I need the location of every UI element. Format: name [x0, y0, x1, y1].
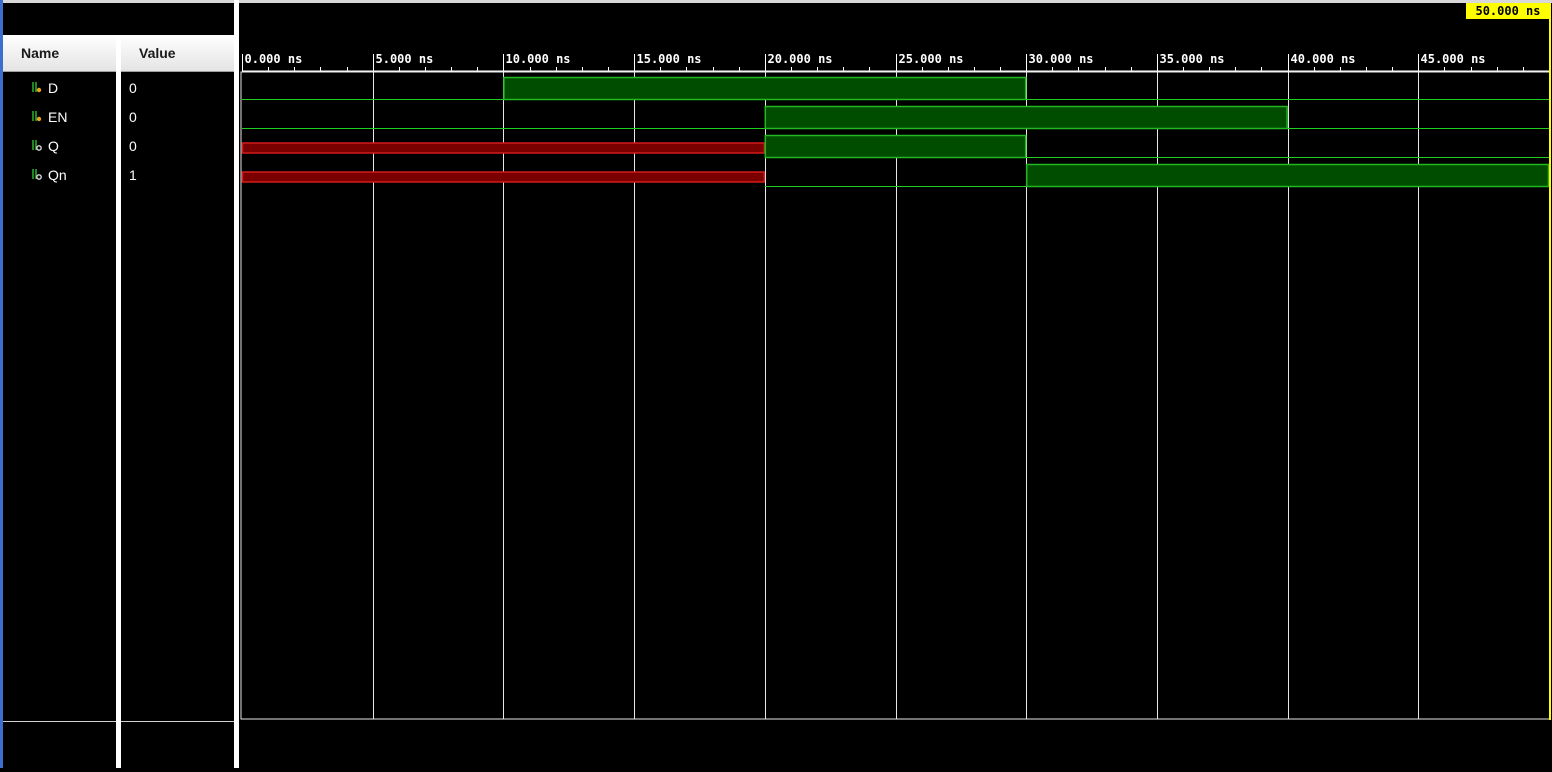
waveform-canvas[interactable]: 0.000 ns 5.000 ns 10.000 ns 15.000 ns 20.000…: [239, 0, 1552, 768]
signal-high-segment: [764, 105, 1288, 130]
signal-value: 0: [129, 109, 137, 125]
signal-high-segment: [764, 134, 1027, 159]
signal-name-row[interactable]: Qn: [30, 161, 116, 190]
time-tick-label: 35.000 ns: [1160, 52, 1225, 66]
value-pane-bottom-border: [121, 721, 234, 722]
output-port-icon: [30, 163, 44, 180]
waveform-viewer: Name Value D EN Q Qn 0 0 0 1 0.000 ns 5.0…: [0, 0, 1552, 768]
signal-value: 0: [129, 80, 137, 96]
time-tick-label: 20.000 ns: [768, 52, 833, 66]
signal-high-segment: [1025, 163, 1550, 188]
output-port-icon: [30, 134, 44, 151]
time-tick-label: 0.000 ns: [245, 52, 303, 66]
time-tick-label: 25.000 ns: [899, 52, 964, 66]
name-pane-bottom-border: [3, 721, 116, 722]
value-column-header[interactable]: Value: [121, 35, 234, 72]
time-tick-label: 15.000 ns: [637, 52, 702, 66]
input-port-icon: [30, 76, 44, 93]
signal-name-row[interactable]: Q: [30, 132, 116, 161]
time-tick-label: 40.000 ns: [1291, 52, 1356, 66]
time-tick-label: 30.000 ns: [1029, 52, 1094, 66]
signal-name-label: Qn: [48, 167, 67, 183]
signal-x-segment: [241, 142, 766, 154]
time-tick-label: 10.000 ns: [506, 52, 571, 66]
cursor-time-label: 50.000 ns: [1466, 3, 1550, 19]
signal-name-label: Q: [48, 138, 59, 154]
signal-name-label: D: [48, 80, 59, 96]
signal-value: 0: [129, 138, 137, 154]
signal-name-row[interactable]: D: [30, 74, 116, 103]
time-tick-label: 5.000 ns: [376, 52, 434, 66]
time-cursor[interactable]: [1549, 3, 1551, 720]
signal-value: 1: [129, 167, 137, 183]
signal-x-segment: [241, 171, 766, 183]
pane-toolbar-area: [3, 3, 234, 35]
name-value-splitter[interactable]: [116, 35, 121, 768]
signal-name-label: EN: [48, 109, 68, 125]
time-tick-label: 45.000 ns: [1421, 52, 1486, 66]
signal-name-row[interactable]: EN: [30, 103, 116, 132]
window-edge: [0, 0, 3, 768]
name-column-header[interactable]: Name: [3, 35, 116, 72]
signal-high-segment: [503, 76, 1027, 101]
input-port-icon: [30, 105, 44, 122]
